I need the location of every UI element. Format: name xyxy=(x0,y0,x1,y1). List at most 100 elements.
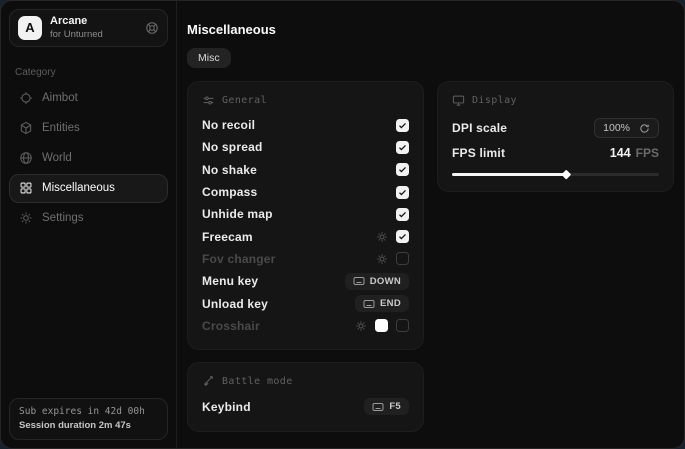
row-label: Fov changer xyxy=(202,252,276,266)
globe-icon xyxy=(19,151,33,165)
tab-misc[interactable]: Misc xyxy=(187,48,231,68)
page-title: Miscellaneous xyxy=(187,22,674,37)
battle-panel-header: Battle mode xyxy=(202,375,409,388)
right-column: Display DPI scale 100% xyxy=(437,81,674,192)
sidebar: A Arcane for Unturned Category Aimbot xyxy=(1,1,177,448)
display-panel-header: Display xyxy=(452,94,659,107)
brand-text: Arcane for Unturned xyxy=(50,15,103,41)
panel-title: General xyxy=(222,95,267,106)
subscription-card: Sub expires in 42d 00h Session duration … xyxy=(9,398,168,441)
checkbox-compass[interactable] xyxy=(396,186,409,199)
fps-limit-row: FPS limit 144 FPS xyxy=(452,142,659,164)
app-window: A Arcane for Unturned Category Aimbot xyxy=(0,0,685,449)
sidebar-item-world[interactable]: World xyxy=(9,144,168,173)
fps-limit-unit: FPS xyxy=(636,146,659,160)
panel-title: Display xyxy=(472,95,517,106)
app-logo: A xyxy=(18,16,42,40)
panel-columns: General No recoil No spread xyxy=(187,81,674,432)
check-icon xyxy=(398,121,407,130)
row-label: Crosshair xyxy=(202,319,260,333)
check-icon xyxy=(398,232,407,241)
keybind-value: F5 xyxy=(389,401,401,412)
fps-limit-slider[interactable] xyxy=(452,169,659,179)
row-label: Keybind xyxy=(202,400,251,414)
dpi-scale-input[interactable]: 100% xyxy=(594,118,659,138)
general-panel-header: General xyxy=(202,94,409,107)
checkbox-unhide-map[interactable] xyxy=(396,208,409,221)
display-panel: Display DPI scale 100% xyxy=(437,81,674,192)
check-icon xyxy=(398,210,407,219)
gear-icon[interactable] xyxy=(355,320,367,332)
sword-icon xyxy=(202,375,215,388)
dpi-scale-row: DPI scale 100% xyxy=(452,114,659,142)
keyboard-icon xyxy=(353,276,365,286)
menu-key-button[interactable]: DOWN xyxy=(345,273,409,290)
keybind-row-battle: Keybind F5 xyxy=(202,395,409,419)
sidebar-item-label: Miscellaneous xyxy=(42,182,115,194)
row-label: DPI scale xyxy=(452,121,507,135)
row-label: Unload key xyxy=(202,297,268,311)
lifebuoy-icon[interactable] xyxy=(145,21,159,35)
monitor-icon xyxy=(452,94,465,107)
toggle-row-compass: Compass xyxy=(202,181,409,203)
checkbox-no-recoil[interactable] xyxy=(396,119,409,132)
sidebar-item-label: Entities xyxy=(42,122,80,134)
checkbox-no-shake[interactable] xyxy=(396,163,409,176)
crosshair-icon xyxy=(19,91,33,105)
toggle-row-no-spread: No spread xyxy=(202,136,409,158)
checkbox-no-spread[interactable] xyxy=(396,141,409,154)
color-swatch[interactable] xyxy=(375,319,388,332)
battle-mode-panel: Battle mode Keybind F5 xyxy=(187,362,424,432)
check-icon xyxy=(398,165,407,174)
sidebar-spacer xyxy=(1,233,176,390)
reset-icon[interactable] xyxy=(639,123,650,134)
keybind-row-menu-key: Menu key DOWN xyxy=(202,270,409,292)
toggle-row-unhide-map: Unhide map xyxy=(202,203,409,225)
slider-fill xyxy=(452,173,566,176)
checkbox-fov-changer[interactable] xyxy=(396,252,409,265)
check-icon xyxy=(398,143,407,152)
brand-subtitle: for Unturned xyxy=(50,29,103,41)
row-label: No shake xyxy=(202,163,257,177)
toggle-row-no-recoil: No recoil xyxy=(202,114,409,136)
keybind-row-unload-key: Unload key END xyxy=(202,292,409,314)
sidebar-item-miscellaneous[interactable]: Miscellaneous xyxy=(9,174,168,203)
unload-key-button[interactable]: END xyxy=(355,295,409,312)
grid-icon xyxy=(19,181,33,195)
sidebar-item-label: Settings xyxy=(42,212,84,224)
toggle-row-fov-changer: Fov changer xyxy=(202,248,409,270)
row-label: Unhide map xyxy=(202,207,273,221)
brand-title: Arcane xyxy=(50,15,103,29)
sidebar-item-settings[interactable]: Settings xyxy=(9,204,168,233)
row-label: No recoil xyxy=(202,118,255,132)
gear-icon xyxy=(19,211,33,225)
sidebar-item-label: Aimbot xyxy=(42,92,78,104)
keyboard-icon xyxy=(372,402,384,412)
general-panel: General No recoil No spread xyxy=(187,81,424,350)
gear-icon[interactable] xyxy=(376,253,388,265)
row-label: Compass xyxy=(202,185,257,199)
checkbox-freecam[interactable] xyxy=(396,230,409,243)
dpi-scale-value: 100% xyxy=(603,122,630,134)
toggle-row-crosshair: Crosshair xyxy=(202,315,409,337)
sidebar-item-label: World xyxy=(42,152,72,164)
slider-thumb[interactable] xyxy=(561,170,570,179)
check-icon xyxy=(398,188,407,197)
row-label: No spread xyxy=(202,140,262,154)
left-column: General No recoil No spread xyxy=(187,81,424,432)
panel-title: Battle mode xyxy=(222,376,293,387)
keyboard-icon xyxy=(363,299,375,309)
brand-card[interactable]: A Arcane for Unturned xyxy=(9,9,168,47)
sub-expiry-text: Sub expires in 42d 00h xyxy=(19,405,158,419)
sidebar-item-aimbot[interactable]: Aimbot xyxy=(9,84,168,113)
keybind-value: END xyxy=(380,298,401,309)
checkbox-crosshair[interactable] xyxy=(396,319,409,332)
sidebar-item-entities[interactable]: Entities xyxy=(9,114,168,143)
row-label: Freecam xyxy=(202,230,253,244)
battle-keybind-button[interactable]: F5 xyxy=(364,398,409,415)
toggle-row-freecam: Freecam xyxy=(202,225,409,247)
sliders-icon xyxy=(202,94,215,107)
category-list: Aimbot Entities World xyxy=(1,84,176,233)
row-label: FPS limit xyxy=(452,146,505,160)
gear-icon[interactable] xyxy=(376,231,388,243)
